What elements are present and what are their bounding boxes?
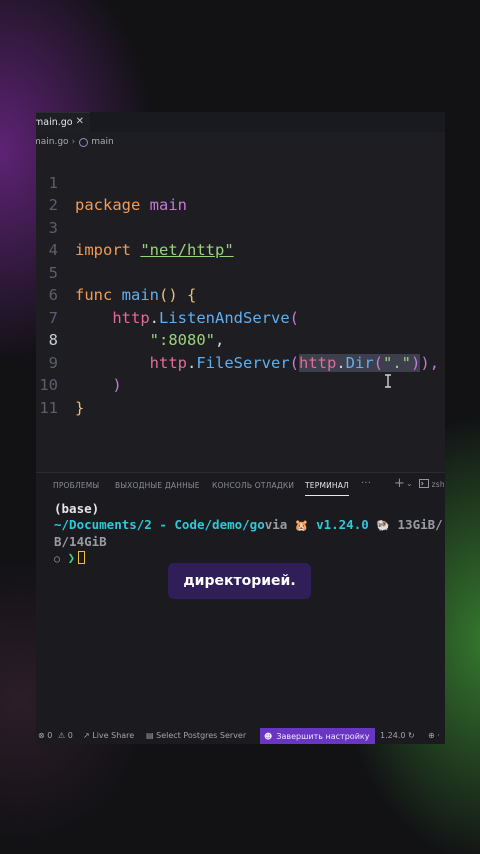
errors-count[interactable]: ⊗ 0 — [38, 731, 52, 740]
breadcrumb-file[interactable]: main.go — [36, 137, 69, 147]
terminal-icon — [419, 479, 429, 488]
cwd-path: ~/Documents/2 - Code/demo/go — [54, 517, 265, 532]
go-version-item[interactable]: 1.24.0 ↻ — [380, 731, 415, 740]
gopher-icon: 🐹 — [294, 519, 309, 532]
live-share-icon: ↗ — [83, 731, 90, 740]
chevron-right-icon: › — [71, 137, 76, 147]
code-editor[interactable]: 1 package main 2 3 import "net/http" 4 5… — [36, 149, 445, 417]
chevron-down-icon[interactable]: ⌄ — [406, 479, 413, 488]
panel-tabs: ПРОБЛЕМЫ ВЫХОДНЫЕ ДАННЫЕ КОНСОЛЬ ОТЛАДКИ… — [36, 473, 445, 497]
finish-setup-button[interactable]: ☻ Завершить настройку — [260, 728, 376, 744]
bottom-panel: ПРОБЛЕМЫ ВЫХОДНЫЕ ДАННЫЕ КОНСОЛЬ ОТЛАДКИ… — [36, 472, 445, 728]
copilot-status-icon[interactable]: ⊕ · — [428, 731, 440, 740]
warnings-count[interactable]: ⚠ 0 — [58, 731, 73, 740]
vscode-window: main.go ✕ main.go › main 1 package main … — [36, 112, 445, 744]
terminal-cursor — [78, 551, 86, 564]
sync-icon: ↻ — [408, 731, 415, 740]
editor-tab-bar: main.go ✕ — [36, 112, 445, 132]
tab-label: main.go — [36, 117, 73, 128]
postgres-item[interactable]: ▤ Select Postgres Server — [146, 731, 246, 740]
code-line: 3 import "net/http" — [36, 194, 445, 260]
close-icon[interactable]: ✕ — [76, 116, 84, 127]
code-line: 9 ) — [36, 329, 445, 395]
text-cursor-icon — [385, 374, 391, 388]
live-share-label: Live Share — [92, 731, 135, 740]
database-icon: ▤ — [146, 731, 154, 740]
live-share-item[interactable]: ↗ Live Share — [83, 731, 134, 740]
copilot-icon: ☻ — [264, 731, 273, 741]
breadcrumb: main.go › main — [36, 134, 114, 150]
tab-output[interactable]: ВЫХОДНЫЕ ДАННЫЕ — [115, 481, 200, 490]
code-line: 10 } — [36, 352, 445, 417]
go-version-label: 1.24.0 — [380, 731, 406, 740]
terminal-line: ~/Documents/2 - Code/demo/govia 🐹 v1.24.… — [54, 517, 443, 532]
code-line: 7 ":8080", — [36, 284, 445, 350]
tab-main-go[interactable]: main.go ✕ — [36, 112, 90, 132]
terminal-output[interactable]: (base) ~/Documents/2 - Code/demo/govia 🐹… — [54, 501, 445, 568]
postgres-label: Select Postgres Server — [156, 731, 247, 740]
code-line: 6 http.ListenAndServe( — [36, 262, 445, 327]
terminal-line: (base) — [54, 501, 100, 516]
terminal-line: B/14GiB — [54, 534, 107, 549]
code-line: 5 func main() { — [36, 239, 445, 305]
tab-debug-console[interactable]: КОНСОЛЬ ОТЛАДКИ — [212, 481, 294, 490]
breadcrumb-symbol[interactable]: main — [91, 137, 114, 147]
finish-setup-label: Завершить настройку — [276, 731, 370, 741]
code-line-active: 8 http.FileServer(http.Dir(".")), — [36, 307, 445, 372]
more-icon[interactable]: ··· — [361, 478, 371, 489]
code-line: 2 — [36, 172, 445, 214]
ram-icon: 🐏 — [376, 519, 390, 532]
code-line: 4 — [36, 217, 445, 259]
shell-name: zsh — [431, 480, 445, 489]
module-icon — [79, 137, 89, 147]
tab-problems[interactable]: ПРОБЛЕМЫ — [53, 481, 99, 490]
code-line: 1 package main — [36, 149, 445, 215]
tab-terminal[interactable]: ТЕРМИНАЛ — [305, 481, 349, 496]
line-number: 11 — [39, 398, 58, 417]
add-terminal-icon[interactable]: + — [394, 476, 405, 491]
status-bar: ⊗ 0 ⚠ 0 ↗ Live Share ▤ Select Postgres S… — [36, 728, 445, 744]
video-caption: директорией. — [168, 563, 311, 599]
terminal-shell-item[interactable]: zsh — [419, 479, 445, 489]
